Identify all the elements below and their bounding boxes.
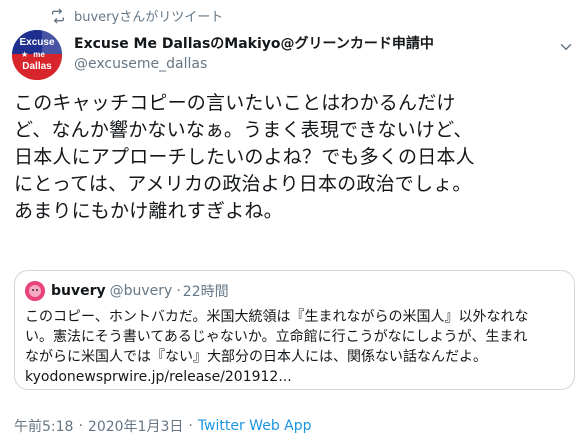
- tweet-time[interactable]: 午前5:18: [14, 416, 73, 436]
- chevron-down-icon[interactable]: [557, 38, 575, 56]
- retweet-context[interactable]: buveryさんがリツイート: [50, 6, 223, 25]
- quoted-line: ながらに米国人では『ない』大部分の日本人には、関係ない話なんだよ。: [25, 349, 487, 365]
- tweet-metadata: 午前5:18 · 2020年1月3日 · Twitter Web App: [14, 416, 312, 436]
- tweet-date[interactable]: 2020年1月3日: [88, 416, 183, 436]
- retweet-icon: [50, 8, 66, 24]
- quoted-tweet-header: buvery @buvery · 22時間: [25, 281, 229, 301]
- quoted-tweet-text: このコピー、ホントバカだ。米国大統領は『生まれながらの米国人』以外なれな い。憲…: [25, 307, 570, 387]
- tweet-text: このキャッチコピーの言いたいことはわかるんだけ ど、なんか響かないなぁ。うまく表…: [14, 90, 574, 225]
- quoted-author-avatar: [25, 281, 45, 301]
- author-avatar[interactable]: Excuse ★ me Dallas: [12, 30, 62, 80]
- tweet-line: 日本人にアプローチしたいのよね？でも多くの日本人: [14, 146, 475, 168]
- quoted-author-handle: @buvery: [109, 283, 173, 299]
- meta-separator: ·: [188, 418, 193, 434]
- quoted-separator: ·: [176, 283, 181, 299]
- author-block[interactable]: Excuse Me DallasのMakiyo@グリーンカード申請中 @excu…: [74, 34, 434, 74]
- quoted-line: このコピー、ホントバカだ。米国大統領は『生まれながらの米国人』以外なれな: [25, 309, 529, 325]
- quoted-line: い。憲法にそう書いてあるじゃないか。立命館に行こうがなにしようが、生まれ: [25, 329, 528, 345]
- tweet-line: にとっては、アメリカの政治より日本の政治でしょ。: [14, 173, 472, 195]
- avatar-text-2: me: [33, 50, 45, 59]
- quoted-author-name: buvery: [51, 283, 106, 299]
- quoted-time: 22時間: [182, 284, 229, 300]
- tweet-line: このキャッチコピーの言いたいことはわかるんだけ: [14, 92, 456, 114]
- meta-separator: ·: [78, 418, 83, 434]
- avatar-text-1: Excuse: [19, 37, 54, 48]
- tweet-source-app[interactable]: Twitter Web App: [198, 418, 312, 434]
- author-handle[interactable]: @excuseme_dallas: [74, 54, 434, 74]
- avatar-text-3: Dallas: [22, 61, 52, 72]
- quoted-link: kyodonewsprwire.jp/release/201912...: [25, 369, 292, 385]
- quoted-tweet-card[interactable]: buvery @buvery · 22時間 このコピー、ホントバカだ。米国大統領…: [14, 270, 575, 390]
- author-name[interactable]: Excuse Me DallasのMakiyo@グリーンカード申請中: [74, 34, 434, 54]
- svg-text:★: ★: [21, 50, 28, 59]
- tweet-line: ど、なんか響かないなぁ。うまく表現できないけど、: [14, 119, 473, 141]
- tweet-line: あまりにもかけ離れすぎよね。: [14, 200, 283, 222]
- retweet-label: buveryさんがリツイート: [74, 10, 224, 25]
